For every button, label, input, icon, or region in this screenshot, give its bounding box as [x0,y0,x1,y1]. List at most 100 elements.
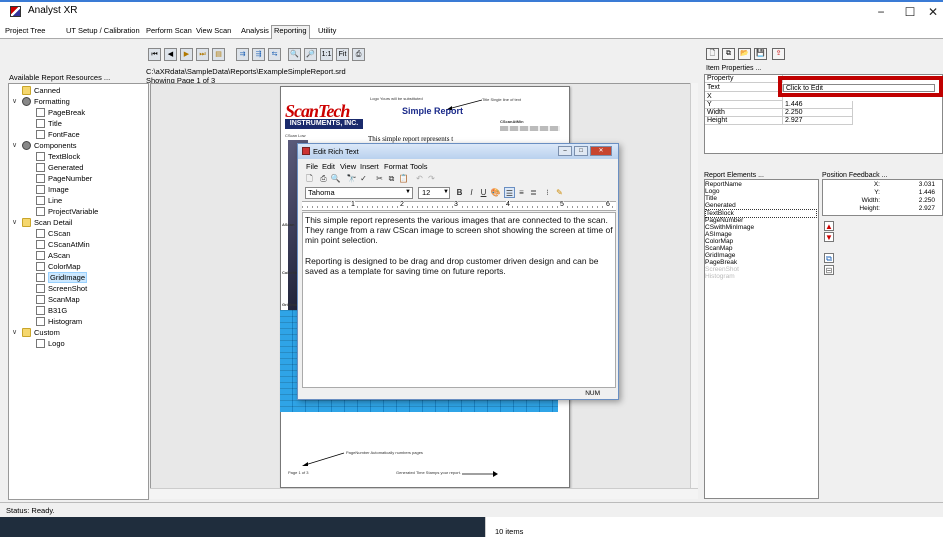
layout-button-1[interactable]: ⇉ [236,48,249,61]
editor-paragraph-2[interactable]: Reporting is designed to be drag and dro… [305,256,615,276]
tree-node-fontface[interactable]: FontFace [36,130,80,140]
dialog-menu-view[interactable]: View [340,162,356,171]
zoom-in-icon[interactable]: 🔎 [304,48,317,61]
layout-button-2[interactable]: ⇶ [252,48,265,61]
layout-button-3[interactable]: ⇆ [268,48,281,61]
load-template-button[interactable]: 📂 [738,48,751,60]
highlight-icon[interactable]: ✎ [554,187,565,198]
cut-icon[interactable]: ✂ [374,173,385,184]
bullets-icon[interactable]: ⁝ [542,187,553,198]
tree-node-pagebreak[interactable]: PageBreak [36,108,85,118]
dialog-menu-format[interactable]: Format [384,162,408,171]
tree-node-histogram[interactable]: Histogram [36,317,82,327]
copy-element-button[interactable]: ⧉ [722,48,735,60]
underline-icon[interactable]: U [478,187,489,198]
align-left-icon[interactable]: ☰ [504,187,515,198]
tree-node-colormap[interactable]: ColorMap [36,262,81,272]
chevron-down-icon[interactable]: ∨ [12,97,17,105]
chevron-down-icon[interactable]: ▼ [443,189,449,195]
save-template-button[interactable]: 💾 [754,48,767,60]
textblock-preview[interactable]: This simple report represents t [368,135,453,143]
dialog-menu-tools[interactable]: Tools [410,162,428,171]
new-document-icon[interactable]: 🗋 [304,173,315,184]
tree-node-textblock[interactable]: TextBlock [36,152,80,162]
zoom-fit-button[interactable]: Fit [336,48,349,61]
tree-node-cscan[interactable]: CScan [36,229,71,239]
vertical-scrollbar[interactable] [690,83,698,488]
spellcheck-icon[interactable]: ✓ [358,173,369,184]
move-up-button[interactable]: ▲ [824,221,834,231]
tree-node-cscanatmin[interactable]: CScanAtMin [36,240,90,250]
tree-node-custom[interactable]: Custom [22,328,60,338]
dialog-close-button[interactable]: ✕ [590,146,612,156]
page-view-button[interactable]: ▤ [212,48,225,61]
zoom-out-icon[interactable]: 🔍 [288,48,301,61]
report-element-disabled[interactable]: Histogram [705,273,735,280]
chevron-down-icon[interactable]: ∨ [12,218,17,226]
tree-node-generated[interactable]: Generated [36,163,83,173]
copy-icon[interactable]: ⧉ [386,173,397,184]
move-down-button[interactable]: ▼ [824,232,834,242]
align-right-icon[interactable]: ≣ [528,187,539,198]
print-preview-icon[interactable]: 🔍 [330,173,341,184]
tree-node-gridimage[interactable]: GridImage [36,272,88,283]
group-icon[interactable]: ⧉ [824,253,834,263]
dialog-menu-edit[interactable]: Edit [322,162,335,171]
tree-node-formatting[interactable]: Formatting [22,97,70,107]
print-icon[interactable]: ⎙ [318,173,329,184]
tab-view-scan[interactable]: View Scan [196,26,231,35]
first-page-button[interactable]: ⏮ [148,48,161,61]
chevron-down-icon[interactable]: ∨ [12,141,17,149]
tree-node-canned[interactable]: Canned [22,86,60,96]
tab-reporting[interactable]: Reporting [271,25,310,39]
tree-node-projectvariable[interactable]: ProjectVariable [36,207,98,217]
tab-perform-scan[interactable]: Perform Scan [146,26,192,35]
tree-node-screenshot[interactable]: ScreenShot [36,284,87,294]
tree-node-scanmap[interactable]: ScanMap [36,295,80,305]
italic-icon[interactable]: I [466,187,477,198]
prop-value-height[interactable]: 2.927 [783,117,853,125]
tree-node-logo[interactable]: Logo [36,339,65,349]
zoom-1to1-button[interactable]: 1:1 [320,48,333,61]
tree-node-pagenumber[interactable]: PageNumber [36,174,92,184]
tree-node-scan-detail[interactable]: Scan Detail [22,218,72,228]
tree-node-line[interactable]: Line [36,196,62,206]
dialog-minimize-button[interactable]: – [558,146,572,156]
find-icon[interactable]: 🔭 [346,173,357,184]
tree-node-image[interactable]: Image [36,185,69,195]
redo-icon[interactable]: ↷ [426,173,437,184]
add-element-button[interactable]: 🗋 [706,48,719,60]
dialog-menu-insert[interactable]: Insert [360,162,379,171]
ungroup-icon[interactable]: ⊟ [824,265,834,275]
chevron-down-icon[interactable]: ∨ [12,328,17,336]
font-name-select[interactable]: Tahoma [305,187,413,199]
prop-value-width[interactable]: 2.250 [783,109,853,117]
tab-project-tree[interactable]: Project Tree [5,26,45,35]
export-button[interactable]: ⇪ [772,48,785,60]
tab-analysis[interactable]: Analysis [241,26,269,35]
dialog-maximize-button[interactable]: □ [574,146,588,156]
tree-node-title[interactable]: Title [36,119,62,129]
prop-value-y[interactable]: 1.446 [783,101,853,109]
tree-node-components[interactable]: Components [22,141,77,151]
minimize-button[interactable]: − [866,3,896,21]
report-logo[interactable]: ScanTech INSTRUMENTS, INC. [285,102,363,130]
paste-icon[interactable]: 📋 [398,173,409,184]
last-page-button[interactable]: ⏭ [196,48,209,61]
tree-node-b31g[interactable]: B31G [36,306,67,316]
tab-ut-setup[interactable]: UT Setup / Calibration [66,26,140,35]
align-center-icon[interactable]: ≡ [516,187,527,198]
undo-icon[interactable]: ↶ [414,173,425,184]
tree-node-ascan[interactable]: AScan [36,251,70,261]
next-page-button[interactable]: ▶ [180,48,193,61]
report-title[interactable]: Simple Report [402,106,463,116]
color-icon[interactable]: 🎨 [490,187,501,198]
bold-icon[interactable]: B [454,187,465,198]
dialog-menu-file[interactable]: File [306,162,318,171]
prev-page-button[interactable]: ◀ [164,48,177,61]
tab-utility[interactable]: Utility [318,26,336,35]
ruler[interactable] [302,201,616,211]
print-icon[interactable]: ⎙ [352,48,365,61]
editor-paragraph-1[interactable]: This simple report represents the variou… [305,215,615,245]
chevron-down-icon[interactable]: ▼ [405,189,411,195]
